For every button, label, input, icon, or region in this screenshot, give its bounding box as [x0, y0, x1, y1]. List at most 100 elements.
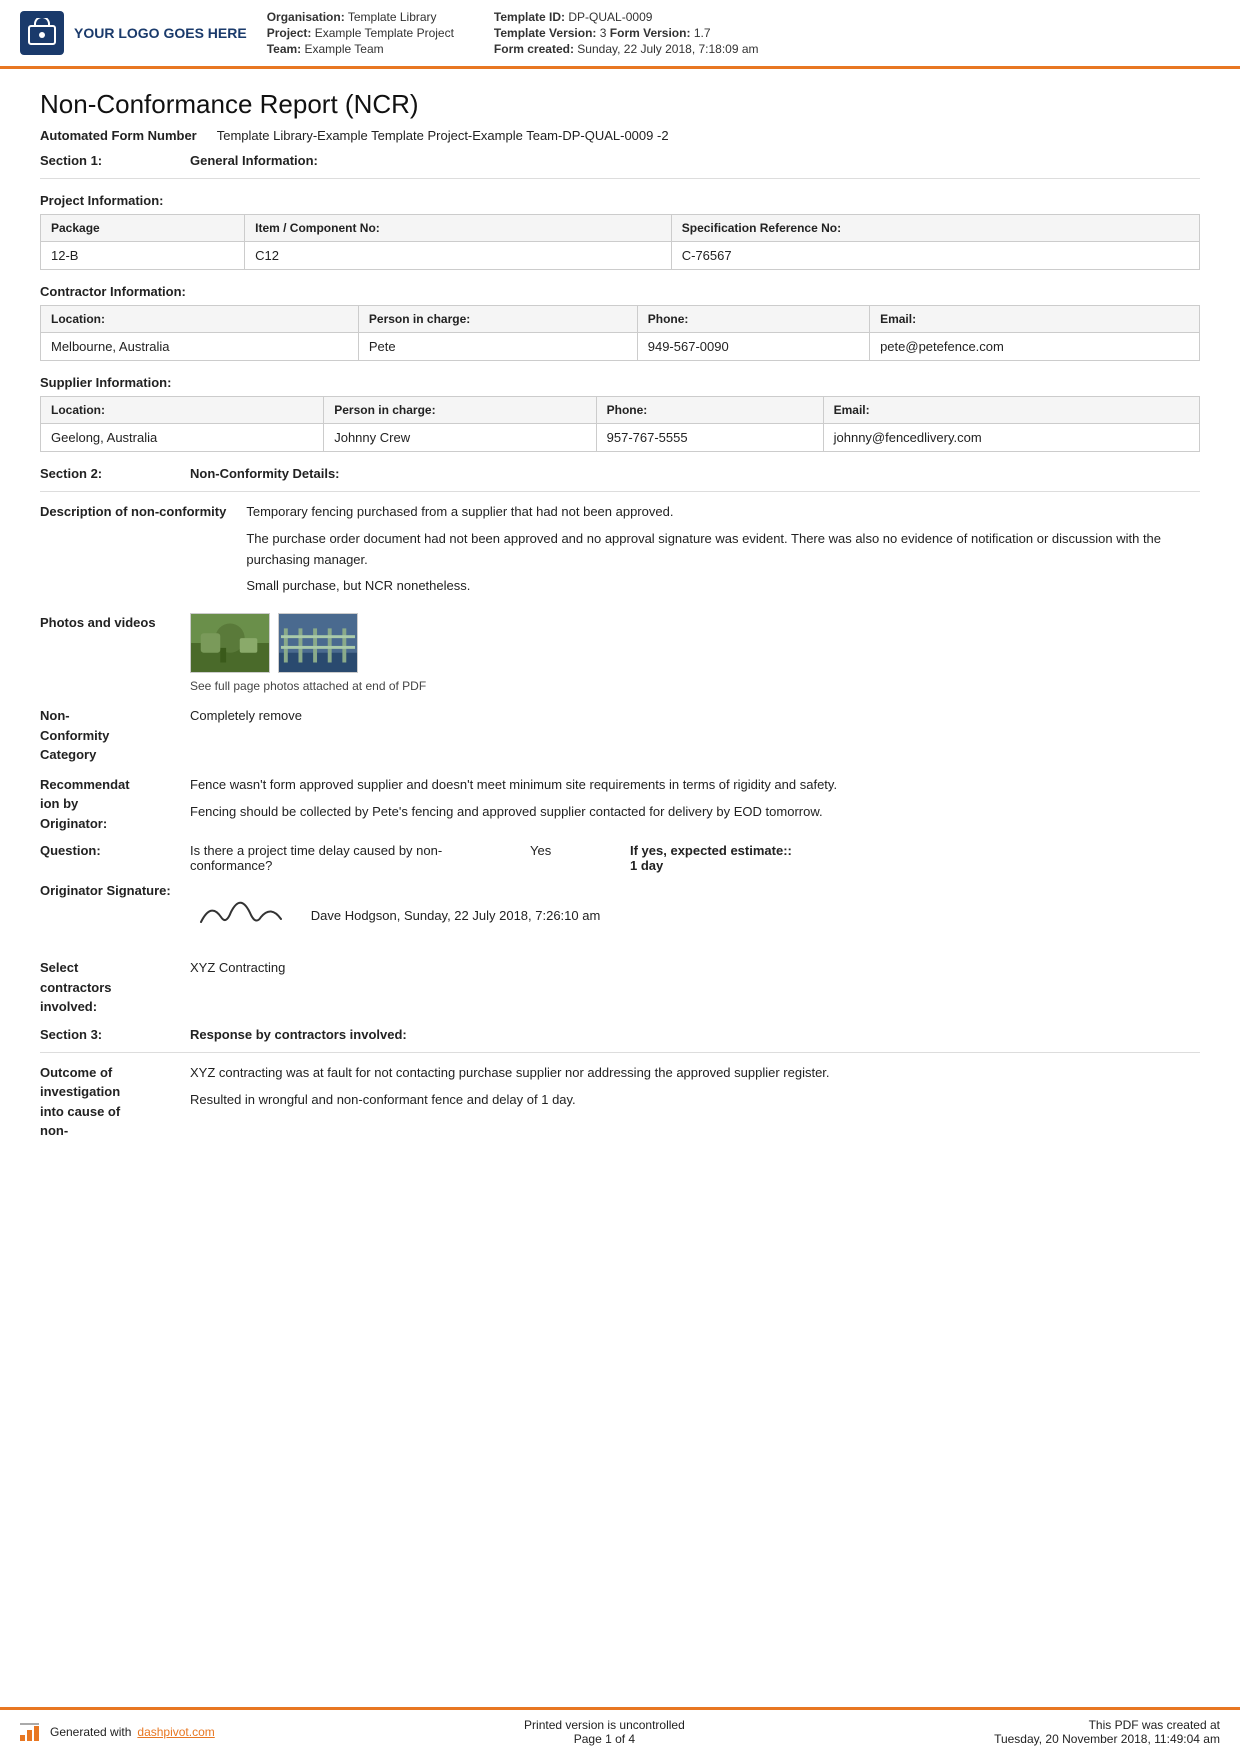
contractors-label: Selectcontractorsinvolved:	[40, 958, 170, 1017]
footer-left: Generated with dashpivot.com	[20, 1723, 215, 1741]
contractor-cell-3: pete@petefence.com	[870, 333, 1200, 361]
supplier-header-1: Person in charge:	[324, 397, 596, 424]
photos-value: See full page photos attached at end of …	[190, 613, 1200, 696]
supplier-cell-3: johnny@fencedlivery.com	[823, 424, 1199, 452]
signature-label: Originator Signature:	[40, 883, 171, 898]
logo-icon	[20, 11, 64, 55]
conformity-category-value: Completely remove	[190, 706, 1200, 765]
template-id-row: Template ID: DP-QUAL-0009	[494, 10, 759, 24]
project-header-2: Specification Reference No:	[671, 215, 1199, 242]
divider1	[40, 178, 1200, 179]
supplier-info-title: Supplier Information:	[40, 375, 1200, 390]
logo-section: YOUR LOGO GOES HERE	[20, 10, 247, 56]
supplier-header-2: Phone:	[596, 397, 823, 424]
photos-label: Photos and videos	[40, 613, 170, 696]
section2-label: Section 2:	[40, 466, 170, 481]
project-row: 12-B C12 C-76567	[41, 242, 1200, 270]
description-row: Description of non-conformity Temporary …	[40, 502, 1200, 603]
photo-thumb-1	[190, 613, 270, 673]
photo-thumb-2	[278, 613, 358, 673]
section2-title: Non-Conformity Details:	[190, 466, 340, 481]
divider3	[40, 1052, 1200, 1053]
recommendation-value: Fence wasn't form approved supplier and …	[190, 775, 1200, 834]
description-p1: Temporary fencing purchased from a suppl…	[246, 502, 1200, 523]
report-title: Non-Conformance Report (NCR)	[40, 89, 1200, 120]
project-header-0: Package	[41, 215, 245, 242]
contractor-header-1: Person in charge:	[358, 306, 637, 333]
section3-label: Section 3:	[40, 1027, 170, 1042]
signature-meta: Dave Hodgson, Sunday, 22 July 2018, 7:26…	[311, 908, 601, 923]
section1-header: Section 1: General Information:	[40, 153, 1200, 168]
supplier-table: Location: Person in charge: Phone: Email…	[40, 396, 1200, 452]
pdf-created-text: This PDF was created at	[994, 1718, 1220, 1732]
form-number-value: Template Library-Example Template Projec…	[217, 128, 669, 143]
project-cell-0: 12-B	[41, 242, 245, 270]
contractor-table: Location: Person in charge: Phone: Email…	[40, 305, 1200, 361]
conformity-category-row: Non-ConformityCategory Completely remove	[40, 706, 1200, 765]
logo-text: YOUR LOGO GOES HERE	[74, 25, 247, 42]
uncontrolled-text: Printed version is uncontrolled	[524, 1718, 685, 1732]
question-estimate-value: 1 day	[630, 858, 663, 873]
header-meta: Organisation: Template Library Project: …	[267, 10, 1220, 56]
dashpivot-link[interactable]: dashpivot.com	[137, 1725, 214, 1739]
outcome-p1: XYZ contracting was at fault for not con…	[190, 1063, 1200, 1084]
footer-center: Printed version is uncontrolled Page 1 o…	[524, 1718, 685, 1746]
project-info-title: Project Information:	[40, 193, 1200, 208]
divider2	[40, 491, 1200, 492]
contractor-cell-1: Pete	[358, 333, 637, 361]
question-estimate: If yes, expected estimate:: 1 day	[630, 843, 792, 873]
supplier-cell-1: Johnny Crew	[324, 424, 596, 452]
pdf-created-date: Tuesday, 20 November 2018, 11:49:04 am	[994, 1732, 1220, 1746]
project-table: Package Item / Component No: Specificati…	[40, 214, 1200, 270]
page-text: Page 1 of 4	[524, 1732, 685, 1746]
template-version-row: Template Version: 3 Form Version: 1.7	[494, 26, 759, 40]
project-row: Project: Example Template Project	[267, 26, 454, 40]
signature-row: Originator Signature: Dave Hodgson, Sund…	[40, 883, 1200, 948]
photo-caption: See full page photos attached at end of …	[190, 677, 1200, 696]
contractor-cell-2: 949-567-0090	[637, 333, 869, 361]
contractor-header-0: Location:	[41, 306, 359, 333]
contractors-value: XYZ Contracting	[190, 958, 1200, 1017]
dashpivot-icon	[20, 1723, 44, 1741]
contractors-row: Selectcontractorsinvolved: XYZ Contracti…	[40, 958, 1200, 1017]
section2-header: Section 2: Non-Conformity Details:	[40, 466, 1200, 481]
description-value: Temporary fencing purchased from a suppl…	[246, 502, 1200, 603]
meta-col-right: Template ID: DP-QUAL-0009 Template Versi…	[494, 10, 759, 56]
contractor-header-3: Email:	[870, 306, 1200, 333]
supplier-header-0: Location:	[41, 397, 324, 424]
description-label: Description of non-conformity	[40, 502, 226, 603]
content: Non-Conformance Report (NCR) Automated F…	[0, 69, 1240, 1707]
form-number-row: Automated Form Number Template Library-E…	[40, 128, 1200, 143]
generated-text: Generated with	[50, 1725, 131, 1739]
outcome-label: Outcome ofinvestigationinto cause ofnon-	[40, 1063, 170, 1141]
supplier-row: Geelong, Australia Johnny Crew 957-767-5…	[41, 424, 1200, 452]
question-content: Is there a project time delay caused by …	[190, 843, 1200, 873]
project-header-1: Item / Component No:	[245, 215, 672, 242]
description-p2: The purchase order document had not been…	[246, 529, 1200, 571]
organisation-row: Organisation: Template Library	[267, 10, 454, 24]
form-number-label: Automated Form Number	[40, 128, 197, 143]
header: YOUR LOGO GOES HERE Organisation: Templa…	[0, 0, 1240, 69]
contractor-info-title: Contractor Information:	[40, 284, 1200, 299]
photos-container	[190, 613, 1200, 673]
outcome-row: Outcome ofinvestigationinto cause ofnon-…	[40, 1063, 1200, 1141]
question-estimate-label: If yes, expected estimate::	[630, 843, 792, 858]
recommendation-p1: Fence wasn't form approved supplier and …	[190, 775, 1200, 796]
supplier-cell-2: 957-767-5555	[596, 424, 823, 452]
contractor-header-2: Phone:	[637, 306, 869, 333]
supplier-cell-0: Geelong, Australia	[41, 424, 324, 452]
signature-image	[191, 883, 291, 948]
section1-label: Section 1:	[40, 153, 170, 168]
section3-header: Section 3: Response by contractors invol…	[40, 1027, 1200, 1042]
page: YOUR LOGO GOES HERE Organisation: Templa…	[0, 0, 1240, 1754]
contractor-cell-0: Melbourne, Australia	[41, 333, 359, 361]
meta-col-left: Organisation: Template Library Project: …	[267, 10, 454, 56]
section3-title: Response by contractors involved:	[190, 1027, 407, 1042]
project-cell-2: C-76567	[671, 242, 1199, 270]
form-created-row: Form created: Sunday, 22 July 2018, 7:18…	[494, 42, 759, 56]
footer: Generated with dashpivot.com Printed ver…	[0, 1707, 1240, 1754]
signature-content: Dave Hodgson, Sunday, 22 July 2018, 7:26…	[191, 883, 601, 948]
outcome-value: XYZ contracting was at fault for not con…	[190, 1063, 1200, 1141]
question-text: Is there a project time delay caused by …	[190, 843, 490, 873]
recommendation-p2: Fencing should be collected by Pete's fe…	[190, 802, 1200, 823]
